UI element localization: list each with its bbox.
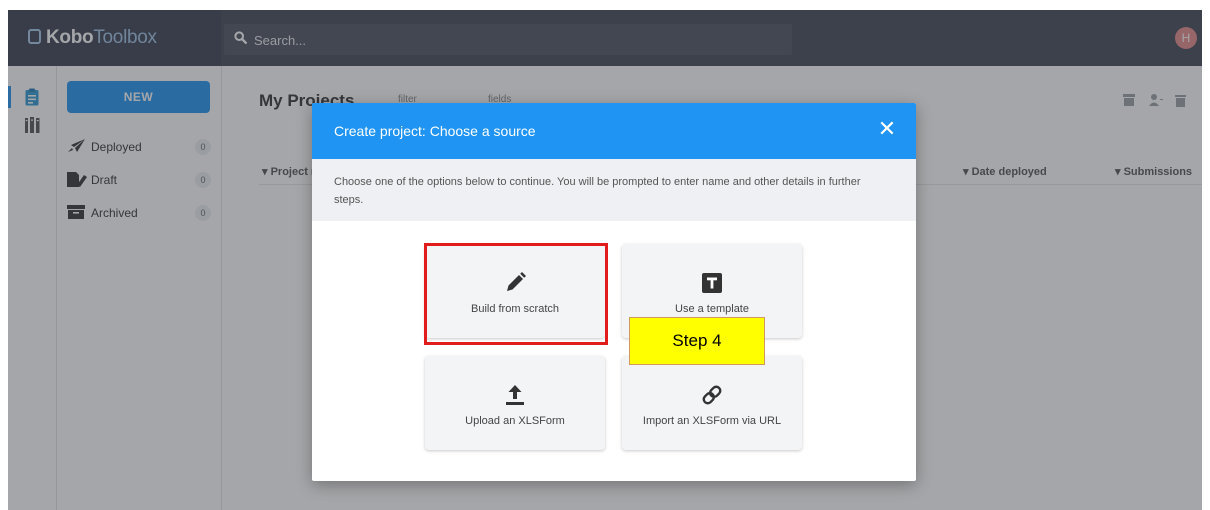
option-label: Upload an XLSForm	[465, 415, 565, 427]
template-icon	[702, 273, 722, 293]
app-window: KoboToolbox H	[8, 10, 1202, 510]
upload-icon	[506, 385, 524, 405]
modal-title: Create project: Choose a source	[334, 123, 536, 139]
option-label: Import an XLSForm via URL	[642, 415, 782, 427]
step-annotation-label: Step 4	[629, 317, 765, 365]
close-modal-button[interactable]: ✕	[872, 117, 902, 143]
create-project-modal: Create project: Choose a source ✕ Choose…	[312, 103, 916, 481]
pencil-icon	[507, 272, 526, 291]
build-from-scratch-option[interactable]: Build from scratch	[425, 244, 605, 338]
modal-header: Create project: Choose a source ✕	[312, 103, 916, 159]
upload-xlsform-option[interactable]: Upload an XLSForm	[425, 356, 605, 450]
option-label: Use a template	[675, 303, 749, 315]
import-xlsform-url-option[interactable]: Import an XLSForm via URL	[622, 356, 802, 450]
modal-description: Choose one of the options below to conti…	[334, 176, 861, 206]
modal-description-area: Choose one of the options below to conti…	[312, 159, 916, 221]
option-label: Build from scratch	[470, 303, 560, 315]
link-icon	[702, 385, 722, 405]
